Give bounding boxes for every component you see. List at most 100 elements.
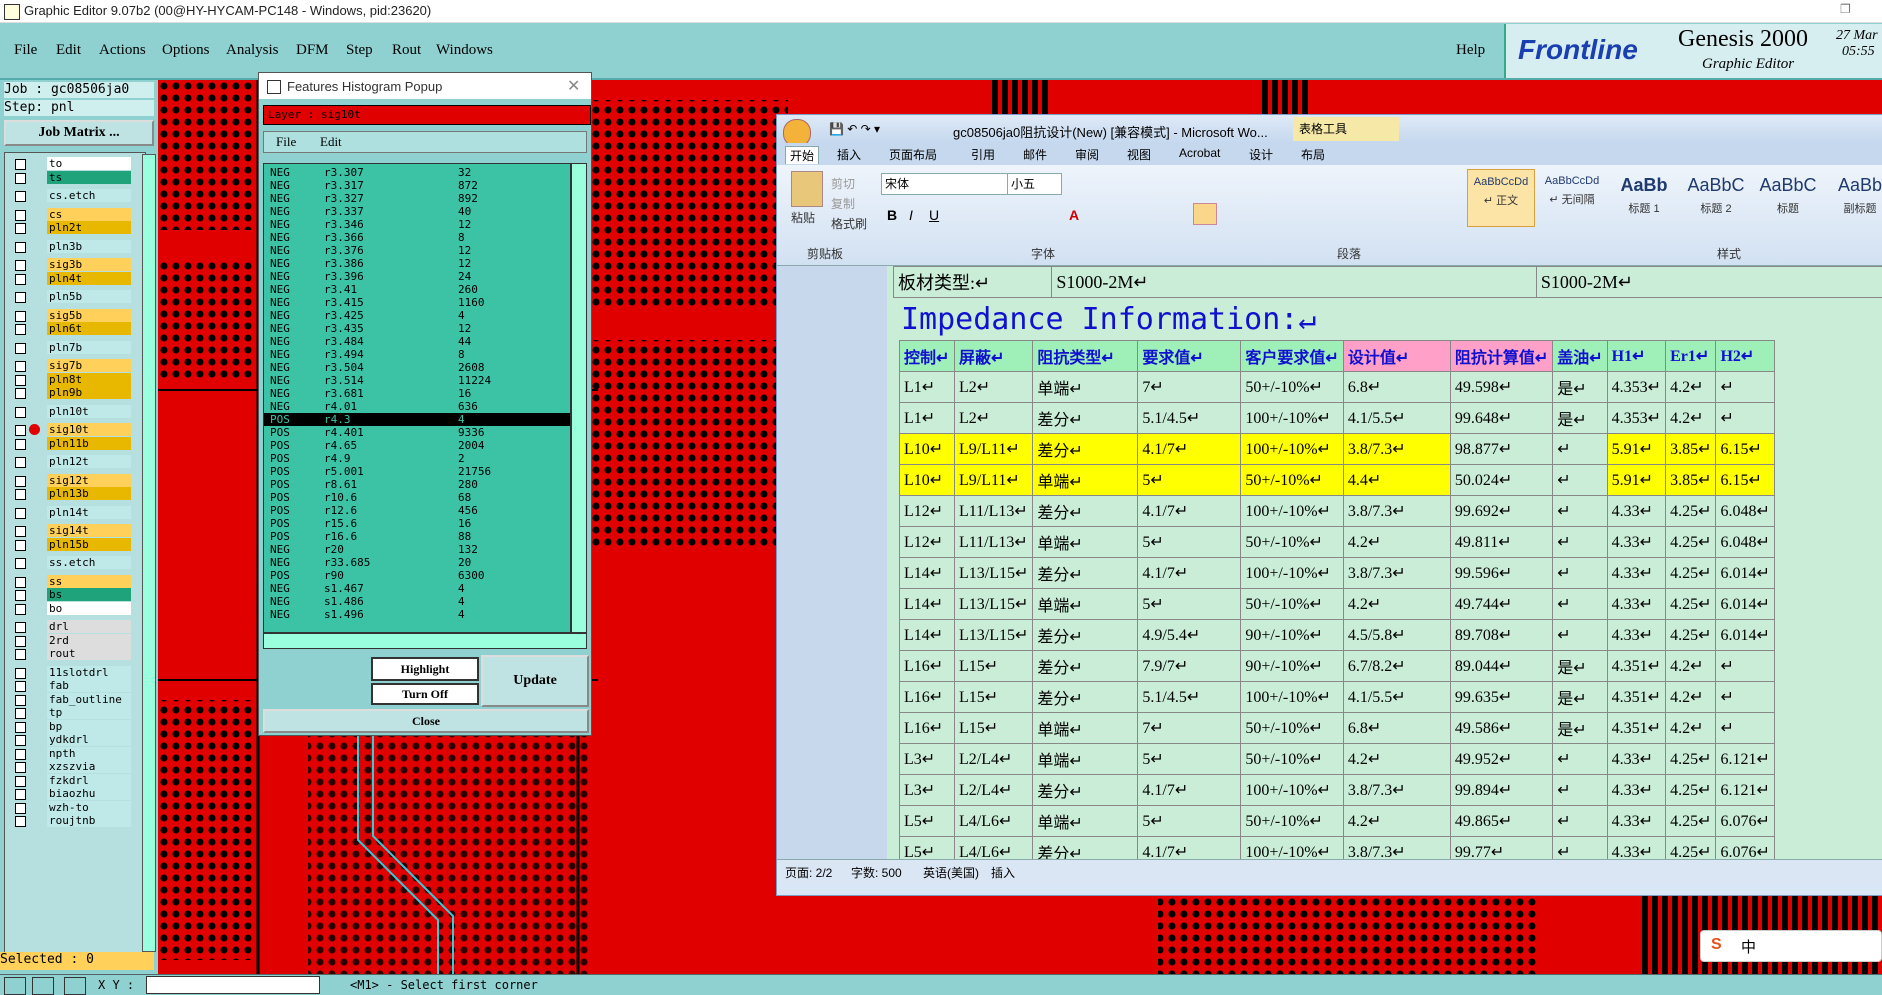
histogram-row[interactable]: NEG r3.386 12 — [264, 257, 570, 270]
layer-name[interactable]: fzkdrl — [47, 773, 131, 787]
layer-checkbox[interactable] — [15, 708, 26, 719]
layer-name[interactable]: pln12t — [47, 455, 131, 468]
layer-row[interactable]: to — [11, 157, 131, 170]
histogram-row[interactable]: NEG r3.494 8 — [264, 348, 570, 361]
histogram-row[interactable]: NEG r3.366 8 — [264, 231, 570, 244]
histogram-row[interactable]: NEG r3.425 4 — [264, 309, 570, 322]
layer-checkbox[interactable] — [15, 576, 26, 588]
layer-name[interactable]: to — [47, 157, 131, 170]
histogram-row[interactable]: POS r4.3 4 — [264, 413, 570, 426]
grid-icon[interactable] — [64, 977, 86, 995]
layer-row[interactable]: sig10t — [11, 423, 131, 436]
layer-row[interactable]: pln8t — [11, 372, 131, 386]
layer-row[interactable]: pln7b — [11, 340, 131, 354]
layer-row[interactable]: 2rd — [11, 633, 131, 647]
layer-checkbox[interactable] — [15, 310, 26, 322]
layer-checkbox[interactable] — [15, 191, 26, 202]
layer-row[interactable]: pln10t — [11, 404, 131, 418]
layer-checkbox[interactable] — [15, 622, 26, 633]
histogram-row[interactable]: POS r4.401 9336 — [264, 426, 570, 439]
layer-name[interactable]: cs — [47, 207, 131, 221]
layer-row[interactable]: sig3b — [11, 258, 131, 271]
layer-row[interactable]: sig5b — [11, 308, 131, 322]
layer-checkbox[interactable] — [15, 489, 26, 500]
layer-name[interactable]: sig5b — [47, 308, 131, 322]
menu-help[interactable]: Help — [1456, 42, 1485, 59]
histogram-row[interactable]: POS r90 6300 — [264, 569, 570, 582]
layer-name[interactable]: pln14t — [47, 505, 131, 519]
layer-name[interactable]: roujtnb — [47, 814, 131, 827]
ribbon-tab[interactable]: 设计 — [1245, 146, 1277, 163]
layer-name[interactable]: cs.etch — [47, 189, 131, 202]
ime-mode[interactable]: 中 — [1741, 936, 1756, 957]
layer-checkbox[interactable] — [15, 748, 26, 760]
layer-name[interactable]: fab — [47, 679, 131, 692]
layer-name[interactable]: pln13b — [47, 487, 131, 500]
histogram-row[interactable]: NEG r3.327 892 — [264, 192, 570, 205]
document-page[interactable]: 板材类型:↵ S1000-2M↵ S1000-2M↵ Impedance Inf… — [887, 266, 1882, 859]
layer-row[interactable]: wzh-to — [11, 800, 131, 814]
layer-row[interactable]: npth — [11, 746, 131, 760]
histogram-row[interactable]: POS r4.9 2 — [264, 452, 570, 465]
layer-checkbox[interactable] — [15, 260, 26, 271]
layer-row[interactable]: cs — [11, 207, 131, 221]
histogram-row[interactable]: NEG r3.514 11224 — [264, 374, 570, 387]
layer-name[interactable]: ss — [47, 574, 131, 588]
layer-checkbox[interactable] — [15, 507, 26, 519]
menu-actions[interactable]: Actions — [99, 42, 146, 59]
histogram-row[interactable]: NEG r33.685 20 — [264, 556, 570, 569]
layer-checkbox[interactable] — [15, 374, 26, 386]
layer-row[interactable]: sig7b — [11, 359, 131, 372]
layer-name[interactable]: ts — [47, 170, 131, 184]
layer-checkbox[interactable] — [15, 438, 26, 450]
layer-name[interactable]: 2rd — [47, 633, 131, 647]
layer-row[interactable]: biaozhu — [11, 787, 131, 800]
ribbon-tab[interactable]: 布局 — [1297, 146, 1329, 163]
layer-row[interactable]: pln15b — [11, 537, 131, 551]
font-name-select[interactable]: 宋体 — [881, 173, 1008, 195]
layer-row[interactable]: ydkdrl — [11, 733, 131, 746]
layer-row[interactable]: sig12t — [11, 473, 131, 487]
layer-name[interactable]: sig10t — [47, 423, 131, 436]
layer-checkbox[interactable] — [15, 457, 26, 468]
histogram-row[interactable]: NEG r4.01 636 — [264, 400, 570, 413]
histogram-row[interactable]: POS r10.6 68 — [264, 491, 570, 504]
zoom-icon[interactable] — [4, 977, 26, 995]
pan-icon[interactable] — [32, 977, 54, 995]
cut-button[interactable]: 剪切 — [831, 175, 855, 192]
layer-checkbox[interactable] — [15, 762, 26, 773]
ribbon-tab[interactable]: 视图 — [1123, 146, 1155, 163]
layer-checkbox[interactable] — [15, 649, 26, 660]
layer-checkbox[interactable] — [15, 526, 26, 537]
layer-name[interactable]: fab_outline — [47, 692, 131, 706]
highlight-button[interactable]: Highlight — [371, 657, 479, 681]
layer-checkbox[interactable] — [15, 603, 26, 615]
histogram-row[interactable]: NEG r3.484 44 — [264, 335, 570, 348]
update-button[interactable]: Update — [481, 655, 589, 707]
layer-checkbox[interactable] — [15, 475, 26, 487]
layer-row[interactable]: pln2t — [11, 221, 131, 234]
paste-icon[interactable] — [791, 171, 823, 207]
menu-file[interactable]: File — [14, 42, 37, 59]
layer-row[interactable]: roujtnb — [11, 814, 131, 827]
layer-row[interactable]: pln13b — [11, 487, 131, 500]
layer-name[interactable]: biaozhu — [47, 787, 131, 800]
restore-icon[interactable]: ❐ — [1840, 2, 1851, 16]
layer-name[interactable]: ydkdrl — [47, 733, 131, 746]
histogram-row[interactable]: POS r16.6 88 — [264, 530, 570, 543]
layer-name[interactable]: bo — [47, 601, 131, 615]
layer-row[interactable]: fzkdrl — [11, 773, 131, 787]
menu-rout[interactable]: Rout — [392, 42, 421, 59]
ribbon-tab[interactable]: 审阅 — [1071, 146, 1103, 163]
layer-checkbox[interactable] — [15, 388, 26, 399]
layer-name[interactable]: pln7b — [47, 340, 131, 354]
layer-checkbox[interactable] — [15, 209, 26, 221]
paste-label[interactable]: 粘贴 — [791, 209, 815, 226]
popup-menu-file[interactable]: File — [276, 134, 296, 150]
layer-name[interactable]: pln2t — [47, 221, 131, 234]
style-swatch[interactable]: AaBb 标题 1 — [1611, 169, 1677, 225]
layer-name[interactable]: sig7b — [47, 359, 131, 372]
popup-menu-edit[interactable]: Edit — [320, 134, 342, 150]
layer-row[interactable]: ss.etch — [11, 556, 131, 569]
histogram-row[interactable]: POS r12.6 456 — [264, 504, 570, 517]
